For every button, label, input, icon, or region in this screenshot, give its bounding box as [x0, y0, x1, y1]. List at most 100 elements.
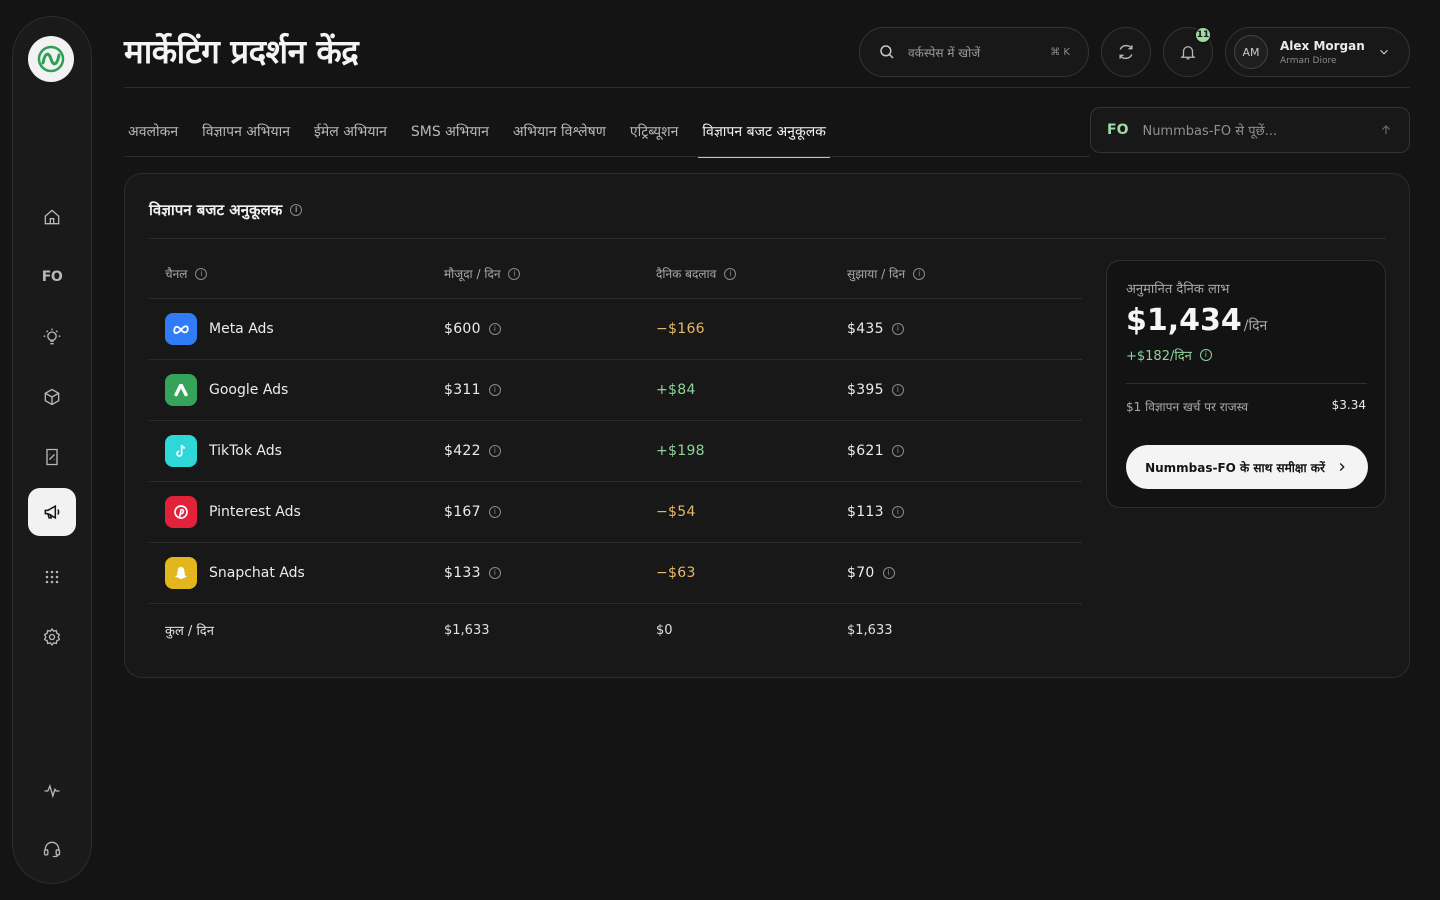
table-row[interactable]: Snapchat Ads $133 i −$63 $70 i [149, 543, 1082, 604]
profit-unit: /दिन [1243, 318, 1268, 334]
table-row[interactable]: Google Ads $311 i +$84 $395 i [149, 360, 1082, 421]
info-icon[interactable]: i [488, 323, 501, 335]
user-menu[interactable]: AM Alex Morgan Arman Diore [1225, 27, 1410, 77]
change-cell: +$198 [656, 421, 705, 481]
total-label: कुल / दिन [165, 624, 214, 639]
tab-sms-campaigns[interactable]: SMS अभियान [407, 112, 501, 157]
info-icon[interactable]: i [891, 445, 904, 457]
change-cell: −$166 [656, 299, 705, 359]
table-row[interactable]: Pinterest Ads $167 i −$54 $113 i [149, 482, 1082, 543]
budget-optimizer-card: विज्ञापन बजट अनुकूलक i चैनल i मौजूदा / दि… [124, 173, 1410, 678]
info-icon[interactable]: i [488, 445, 501, 457]
channel-cell: TikTok Ads [165, 421, 282, 481]
tab-budget-optimizer[interactable]: विज्ञापन बजट अनुकूलक [698, 112, 838, 158]
current-value: $167 [444, 504, 481, 520]
channel-name: Google Ads [209, 382, 289, 398]
card-title: विज्ञापन बजट अनुकूलक i [149, 200, 303, 220]
change-cell: +$84 [656, 360, 696, 420]
chevron-down-icon [1380, 49, 1388, 55]
nav-marketing[interactable] [28, 488, 76, 536]
gear-icon [43, 628, 61, 646]
suggested-value: $70 [847, 565, 875, 581]
profit-value: $1,434/दिन [1126, 303, 1267, 338]
workspace-search[interactable]: वर्कस्पेस में खोजें ⌘ K [859, 27, 1089, 77]
notifications-button[interactable]: 11 [1163, 26, 1213, 77]
info-icon[interactable]: i [488, 506, 501, 518]
nav-insights[interactable] [28, 313, 76, 361]
suggested-cell: $435 i [847, 299, 904, 359]
tab-attribution[interactable]: एट्रिब्यूशन [626, 112, 691, 157]
info-icon[interactable]: i [488, 384, 501, 396]
cube-icon [44, 388, 60, 406]
tabs-divider [124, 156, 1090, 157]
channel-name: Pinterest Ads [209, 504, 301, 520]
card-divider [149, 238, 1386, 239]
current-value: $133 [444, 565, 481, 581]
profit-divider [1126, 383, 1367, 384]
search-input[interactable]: वर्कस्पेस में खोजें [908, 44, 1050, 61]
refresh-button[interactable] [1101, 27, 1151, 77]
info-icon[interactable]: i [508, 267, 521, 280]
total-suggested: $1,633 [847, 622, 893, 638]
review-with-fo-button[interactable]: Nummbas-FO के साथ समीक्षा करें [1126, 445, 1368, 489]
nav-support[interactable] [28, 825, 76, 873]
col-change: दैनिक बदलाव i [656, 249, 737, 298]
profit-delta: +$182/दिन i [1126, 346, 1212, 364]
suggested-value: $113 [847, 504, 884, 520]
assistant-input[interactable]: Nummbas-FO से पूछें... [1142, 121, 1379, 139]
sidebar: FO [12, 16, 92, 884]
info-icon[interactable]: i [488, 567, 501, 579]
info-icon[interactable]: i [891, 384, 904, 396]
chevron-right-icon [1339, 463, 1345, 471]
roas-value: $3.34 [1331, 398, 1366, 412]
change-cell: −$63 [656, 543, 696, 603]
tab-overview[interactable]: अवलोकन [124, 112, 190, 157]
nav-fo[interactable]: FO [28, 253, 76, 301]
info-icon[interactable]: i [1199, 349, 1212, 361]
tab-ad-campaigns[interactable]: विज्ञापन अभियान [198, 112, 302, 157]
pulse-icon [44, 784, 60, 799]
assistant-ask-box[interactable]: FO Nummbas-FO से पूछें... [1090, 107, 1410, 153]
profit-label: अनुमानित दैनिक लाभ [1126, 282, 1230, 297]
fo-icon: FO [41, 269, 63, 285]
channel-cell: Pinterest Ads [165, 482, 301, 542]
headset-icon [43, 841, 61, 858]
table-row[interactable]: TikTok Ads $422 i +$198 $621 i [149, 421, 1082, 482]
info-icon[interactable]: i [290, 204, 303, 216]
page-title: मार्केटिंग प्रदर्शन केंद्र [124, 32, 359, 71]
lightbulb-icon [43, 328, 61, 345]
tab-campaign-analytics[interactable]: अभियान विश्लेषण [509, 112, 618, 157]
nav-reports[interactable] [28, 433, 76, 481]
change-value: −$63 [656, 565, 696, 581]
nav-home[interactable] [28, 193, 76, 241]
nav-apps[interactable] [28, 553, 76, 601]
suggested-cell: $70 i [847, 543, 895, 603]
suggested-value: $435 [847, 321, 884, 337]
info-icon[interactable]: i [195, 267, 208, 280]
nav-settings[interactable] [28, 613, 76, 661]
current-value: $600 [444, 321, 481, 337]
info-icon[interactable]: i [724, 267, 737, 280]
bell-icon [1180, 46, 1196, 60]
tab-email-campaigns[interactable]: ईमेल अभियान [310, 112, 399, 157]
nav-products[interactable] [28, 373, 76, 421]
logo[interactable] [28, 36, 74, 82]
col-current-label: मौजूदा / दिन [444, 267, 501, 281]
suggested-value: $395 [847, 382, 884, 398]
col-change-label: दैनिक बदलाव [656, 267, 717, 281]
send-arrow-icon[interactable] [1379, 123, 1393, 137]
change-cell: −$54 [656, 482, 696, 542]
search-icon [880, 45, 894, 59]
current-cell: $167 i [444, 482, 501, 542]
info-icon[interactable]: i [891, 323, 904, 335]
info-icon[interactable]: i [891, 506, 904, 518]
change-value: +$84 [656, 382, 696, 398]
nav-activity[interactable] [28, 767, 76, 815]
col-suggested-label: सुझाया / दिन [847, 267, 906, 281]
channel-name: TikTok Ads [209, 443, 282, 459]
total-current: $1,633 [444, 622, 490, 638]
info-icon[interactable]: i [882, 567, 895, 579]
table-row[interactable]: Meta Ads $600 i −$166 $435 i [149, 299, 1082, 360]
info-icon[interactable]: i [913, 267, 926, 280]
current-cell: $422 i [444, 421, 501, 481]
